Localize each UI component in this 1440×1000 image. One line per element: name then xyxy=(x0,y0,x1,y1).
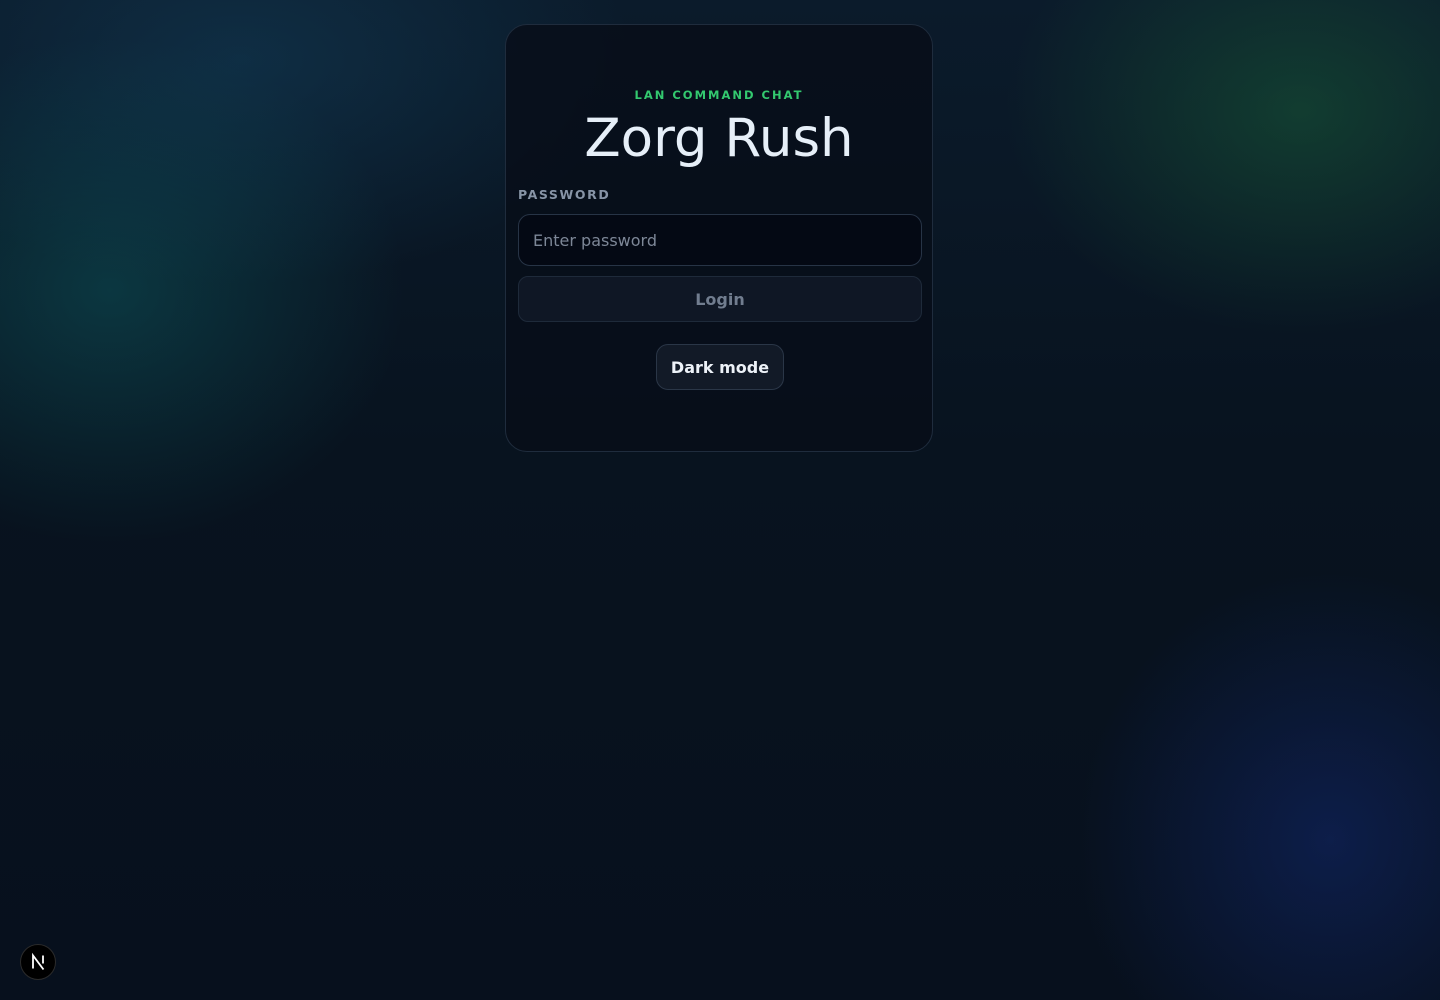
nextjs-dev-indicator-button[interactable] xyxy=(20,944,56,980)
app-title: Zorg Rush xyxy=(584,108,854,169)
nextjs-logo-icon xyxy=(32,952,45,971)
login-card: LAN COMMAND CHAT Zorg Rush PASSWORD Logi… xyxy=(505,24,933,452)
app-eyebrow: LAN COMMAND CHAT xyxy=(634,88,804,102)
login-button[interactable]: Login xyxy=(518,276,922,322)
password-input[interactable] xyxy=(518,214,922,266)
dark-mode-toggle-button[interactable]: Dark mode xyxy=(656,344,784,390)
password-label: PASSWORD xyxy=(518,187,611,202)
